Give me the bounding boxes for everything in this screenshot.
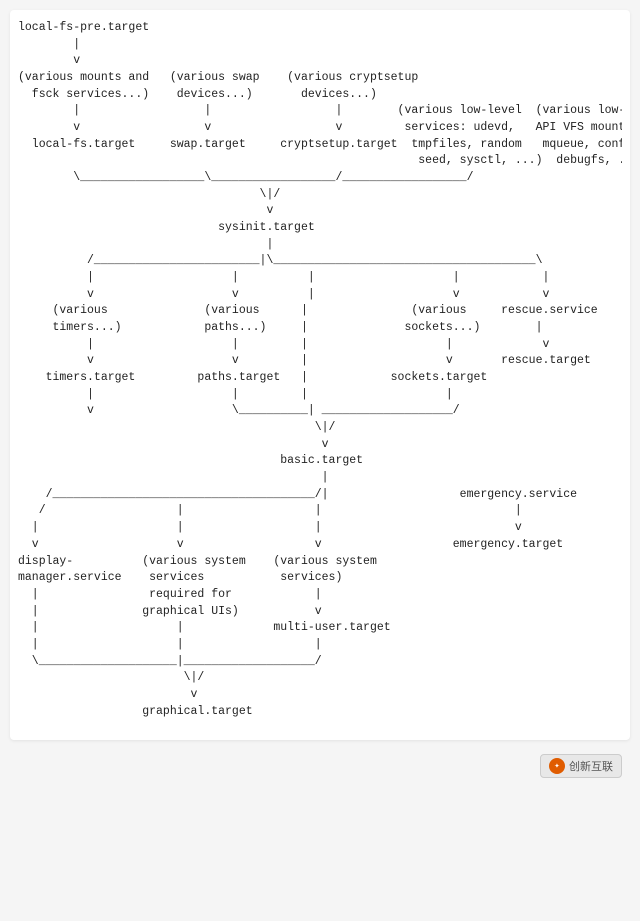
logo-text: 创新互联 <box>569 758 613 774</box>
diagram-container: local-fs-pre.target | v (various mounts … <box>10 10 630 740</box>
logo-icon: ✦ <box>549 758 565 774</box>
system-diagram: local-fs-pre.target | v (various mounts … <box>18 20 622 720</box>
footer: ✦ 创新互联 <box>10 750 630 782</box>
logo-badge: ✦ 创新互联 <box>540 754 622 778</box>
